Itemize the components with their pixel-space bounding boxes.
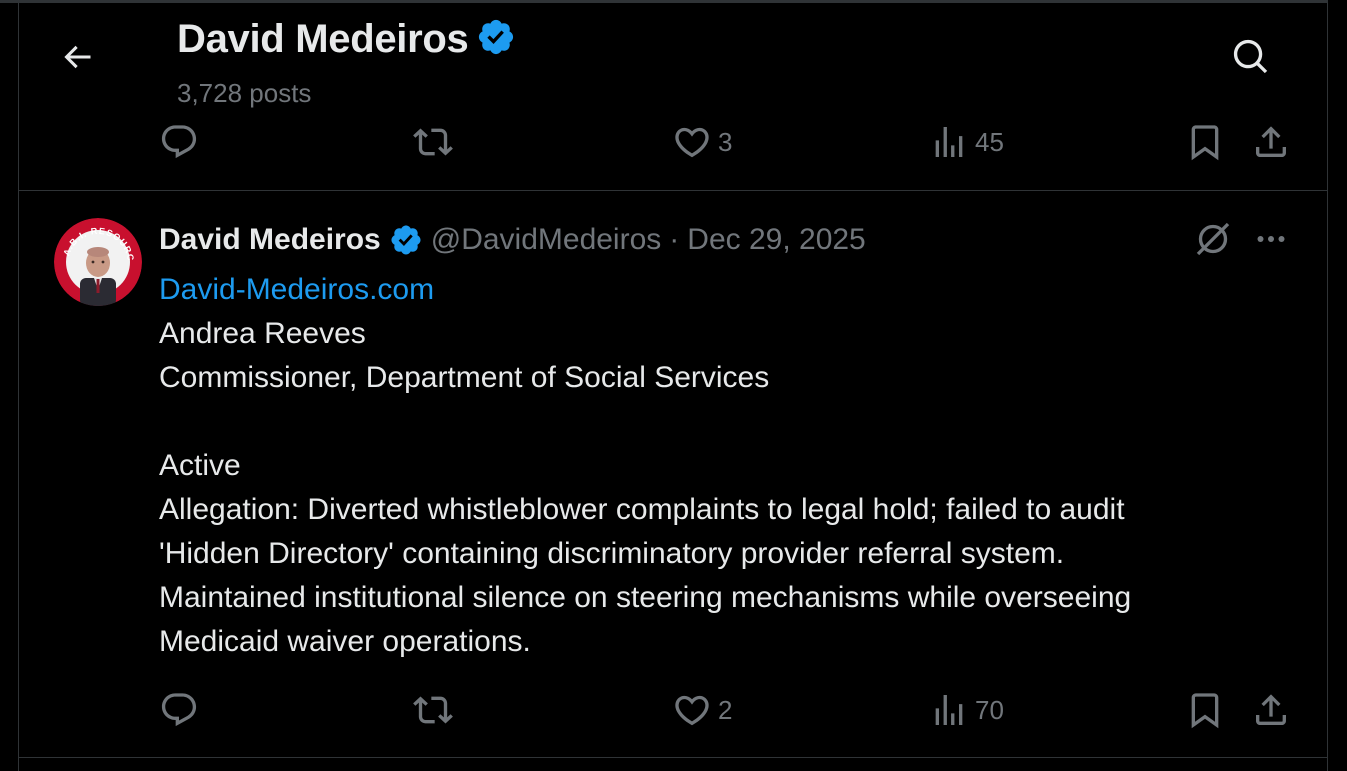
post-divider: [19, 757, 1327, 758]
views-count: 70: [975, 694, 1004, 725]
share-icon: [1251, 122, 1291, 162]
avatar[interactable]: A.B.I. RESOURCES: [54, 218, 142, 306]
more-icon: [1253, 221, 1289, 262]
separator-dot: ·: [669, 223, 680, 256]
heart-icon: [672, 122, 712, 162]
post-text-line: Maintained institutional silence on stee…: [159, 581, 1132, 614]
author-handle[interactable]: @DavidMedeiros: [431, 223, 662, 257]
post-text-line: 'Hidden Directory' containing discrimina…: [159, 537, 1065, 570]
author-name[interactable]: David Medeiros: [159, 223, 381, 257]
reply-icon: [159, 690, 199, 730]
search-button[interactable]: [1231, 39, 1271, 79]
right-gutter: [1328, 0, 1347, 771]
post-header: David Medeiros @DavidMedeiros · Dec 29, …: [159, 220, 866, 260]
post-text-line: Allegation: Diverted whistleblower compl…: [159, 493, 1125, 526]
views-button[interactable]: 70: [929, 690, 1004, 730]
post-text-line: Medicaid waiver operations.: [159, 625, 531, 658]
like-count: 3: [718, 126, 733, 157]
like-count: 2: [718, 694, 733, 725]
post-text-line: Andrea Reeves: [159, 317, 366, 350]
share-icon: [1251, 690, 1291, 730]
post-text-line: Active: [159, 449, 241, 482]
verified-badge-icon: [476, 17, 516, 62]
post-link[interactable]: David-Medeiros.com: [159, 268, 1299, 312]
bookmark-icon: [1185, 690, 1225, 730]
repost-icon: [413, 690, 453, 730]
bookmark-button[interactable]: [1185, 690, 1225, 730]
heart-icon: [672, 690, 712, 730]
post-divider: [19, 190, 1327, 191]
header-title-row: David Medeiros: [177, 17, 516, 62]
like-button[interactable]: 3: [672, 122, 732, 162]
reply-button[interactable]: [159, 690, 205, 730]
profile-header: David Medeiros 3,728 posts: [19, 3, 1327, 117]
reply-icon: [159, 122, 199, 162]
bookmark-icon: [1185, 122, 1225, 162]
post-text: David-Medeiros.com Andrea Reeves Commiss…: [159, 268, 1299, 664]
post-text-line: [159, 400, 1299, 444]
reply-button[interactable]: [159, 122, 205, 162]
repost-icon: [413, 122, 453, 162]
repost-button[interactable]: [413, 122, 459, 162]
arrow-left-icon: [59, 39, 95, 80]
share-button[interactable]: [1251, 690, 1291, 730]
post-action-bar: 2 70: [159, 690, 1299, 730]
search-icon: [1231, 37, 1271, 82]
grok-button[interactable]: [1192, 220, 1234, 262]
timeline-column: 3 45 David Medeiros 3,728 posts A.B.I. R…: [0, 0, 1347, 771]
post-text-line: Commissioner, Department of Social Servi…: [159, 361, 770, 394]
views-icon: [929, 690, 969, 730]
like-button[interactable]: 2: [672, 690, 732, 730]
posts-count: 3,728 posts: [177, 78, 312, 108]
bookmark-button[interactable]: [1185, 122, 1225, 162]
repost-button[interactable]: [413, 690, 459, 730]
views-count: 45: [975, 126, 1004, 157]
views-icon: [929, 122, 969, 162]
share-button[interactable]: [1251, 122, 1291, 162]
page-title: David Medeiros: [177, 17, 469, 61]
views-button[interactable]: 45: [929, 122, 1004, 162]
previous-post-action-bar: 3 45: [159, 122, 1299, 162]
post-date[interactable]: Dec 29, 2025: [687, 223, 865, 257]
back-button[interactable]: [57, 39, 97, 79]
more-options-button[interactable]: [1250, 220, 1292, 262]
grok-icon: [1193, 219, 1233, 264]
verified-badge-icon: [389, 223, 423, 257]
